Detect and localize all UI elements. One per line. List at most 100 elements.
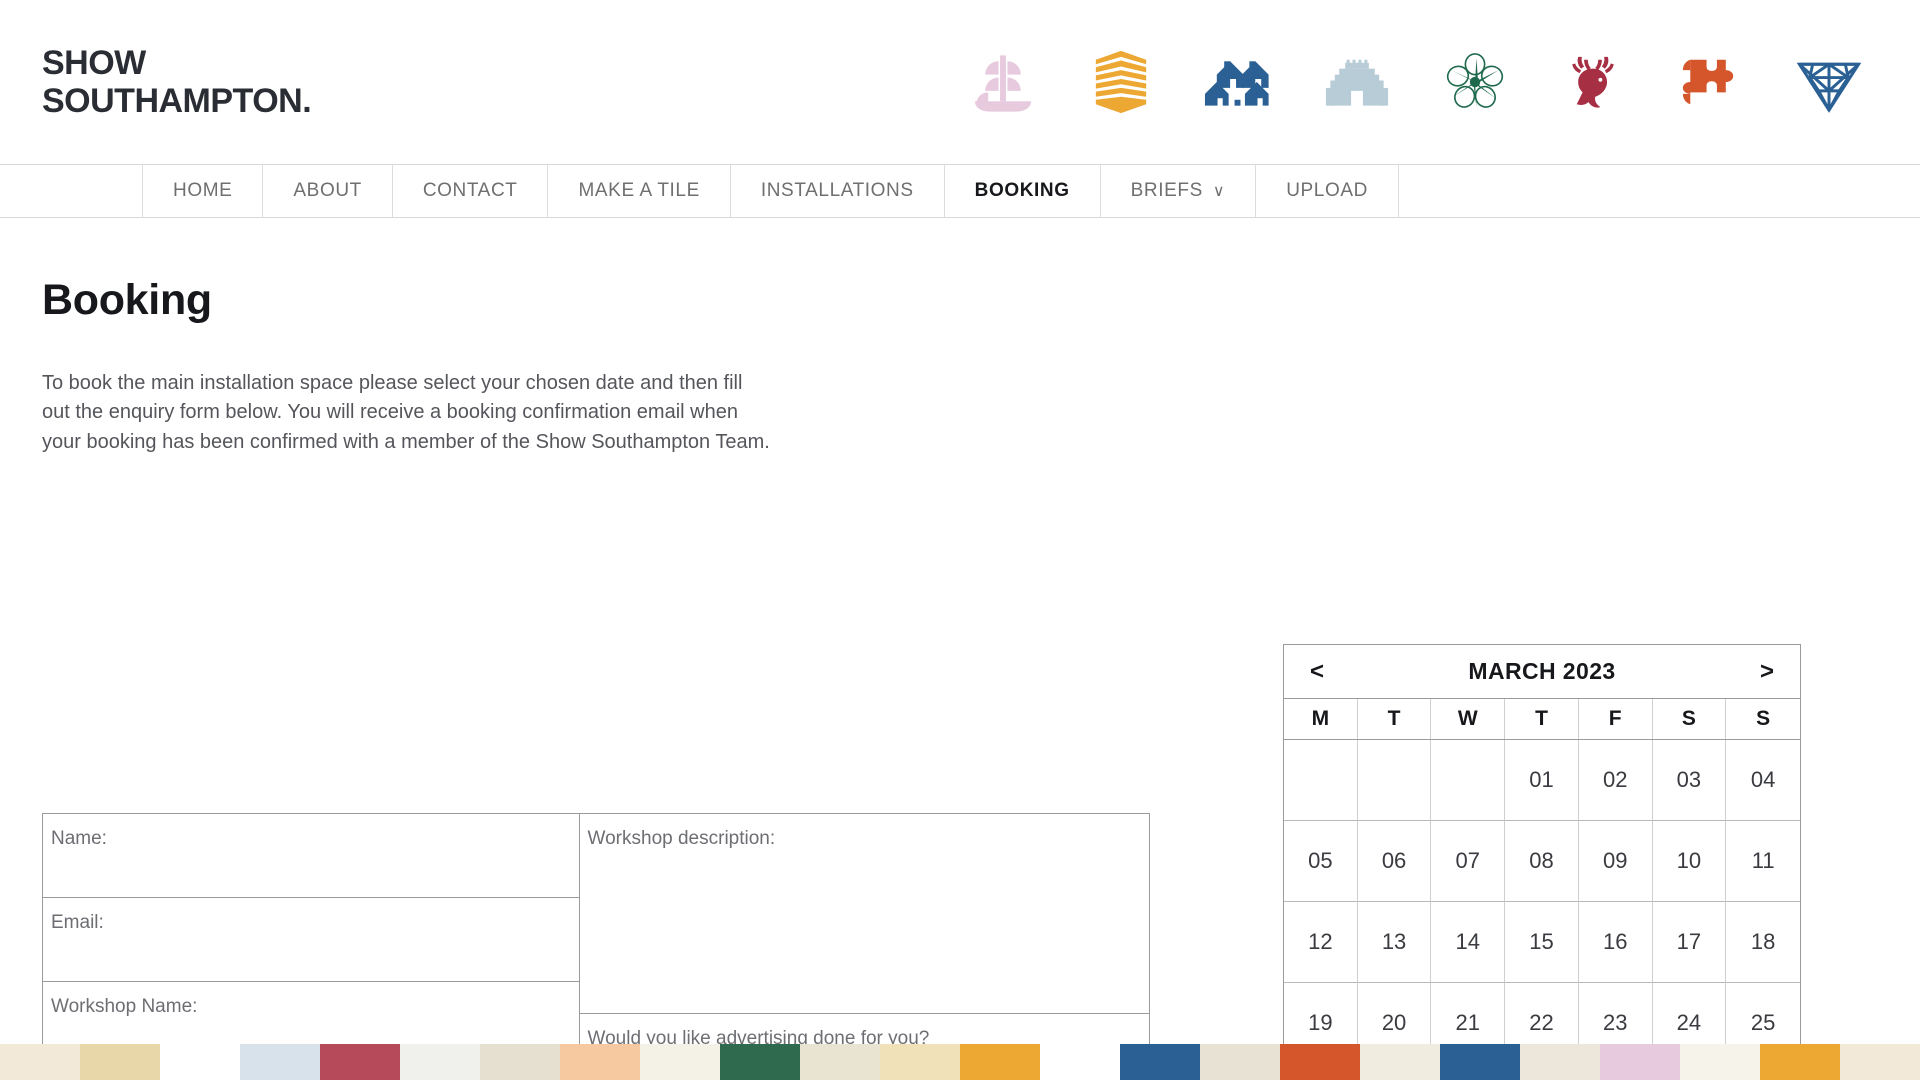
nav-item-booking[interactable]: BOOKING bbox=[945, 165, 1101, 217]
logo-line-1: SHOW bbox=[42, 43, 146, 82]
footer-tile bbox=[1760, 1044, 1840, 1080]
stacked-hexagon-icon bbox=[1095, 50, 1147, 114]
calendar-day-cell[interactable]: 16 bbox=[1578, 902, 1653, 983]
footer-tile bbox=[1120, 1044, 1200, 1080]
footer-tile bbox=[240, 1044, 320, 1080]
booking-form: Name: Email: Workshop Name: How many peo… bbox=[42, 813, 1150, 1080]
footer-tile bbox=[720, 1044, 800, 1080]
day-header-fri: F bbox=[1579, 699, 1653, 739]
footer-tile bbox=[640, 1044, 720, 1080]
nav-label: UPLOAD bbox=[1286, 180, 1368, 201]
calendar-prev-button[interactable]: < bbox=[1302, 658, 1332, 686]
calendar-day-cell[interactable]: 15 bbox=[1505, 902, 1579, 983]
calendar-cell-empty bbox=[1357, 740, 1432, 821]
nav-left-spacer bbox=[0, 165, 143, 217]
calendar-cell-empty bbox=[1431, 740, 1506, 821]
field-label: Workshop description: bbox=[587, 828, 776, 849]
footer-tile bbox=[1600, 1044, 1680, 1080]
calendar-day-cell[interactable]: 02 bbox=[1578, 740, 1653, 821]
page-content: Booking To book the main installation sp… bbox=[0, 276, 1920, 1080]
calendar-cell-empty bbox=[1284, 740, 1358, 821]
footer-tile bbox=[1680, 1044, 1760, 1080]
site-logo[interactable]: SHOW SOUTHAMPTON. bbox=[42, 43, 312, 120]
truss-triangle-icon bbox=[1796, 62, 1862, 113]
nav-item-contact[interactable]: CONTACT bbox=[393, 165, 549, 217]
logo-line-2: SOUTHAMPTON. bbox=[42, 82, 312, 120]
footer-tile bbox=[1840, 1044, 1920, 1080]
nav-label: CONTACT bbox=[422, 180, 518, 201]
footer-tile bbox=[1360, 1044, 1440, 1080]
calendar-day-cell[interactable]: 01 bbox=[1505, 740, 1579, 821]
nav-label: BRIEFS bbox=[1130, 180, 1203, 201]
nav-item-upload[interactable]: UPLOAD bbox=[1256, 165, 1399, 217]
nav-label: INSTALLATIONS bbox=[760, 180, 914, 201]
nav-item-about[interactable]: ABOUT bbox=[263, 165, 393, 217]
footer-tile bbox=[1520, 1044, 1600, 1080]
calendar-day-cell[interactable]: 13 bbox=[1357, 902, 1432, 983]
nav-item-home[interactable]: HOME bbox=[143, 165, 264, 217]
calendar-day-headers: M T W T F S S bbox=[1284, 699, 1800, 740]
puzzle-piece-icon bbox=[1682, 59, 1734, 105]
site-header: SHOW SOUTHAMPTON. bbox=[0, 0, 1920, 164]
footer-tile bbox=[480, 1044, 560, 1080]
footer-tile bbox=[160, 1044, 240, 1080]
calendar-grid: 01 02 03 04 05 06 07 08 09 10 11 12 13 14 15 16 17 18 19 20… bbox=[1284, 740, 1800, 1080]
form-column-left: Name: Email: Workshop Name: How many peo… bbox=[43, 814, 580, 1080]
footer-tile bbox=[1200, 1044, 1280, 1080]
email-field[interactable]: Email: bbox=[43, 898, 579, 982]
day-header-thu: T bbox=[1505, 699, 1579, 739]
nav-right-spacer bbox=[1399, 165, 1920, 217]
field-label: Name: bbox=[51, 828, 107, 849]
stag-head-icon bbox=[1572, 56, 1614, 108]
calendar-day-cell[interactable]: 14 bbox=[1431, 902, 1506, 983]
day-header-wed: W bbox=[1431, 699, 1506, 739]
footer-tile bbox=[80, 1044, 160, 1080]
day-header-mon: M bbox=[1284, 699, 1358, 739]
footer-tile bbox=[960, 1044, 1040, 1080]
houses-icon bbox=[1204, 61, 1269, 106]
nav-item-make-a-tile[interactable]: MAKE A TILE bbox=[548, 165, 731, 217]
day-header-sun: S bbox=[1756, 707, 1771, 730]
footer-colour-strip bbox=[0, 1044, 1920, 1080]
nav-label: ABOUT bbox=[293, 180, 362, 201]
calendar-day-cell[interactable]: 08 bbox=[1505, 821, 1579, 902]
nav-label: MAKE A TILE bbox=[578, 180, 700, 201]
day-header-sat: S bbox=[1653, 699, 1727, 739]
nav-item-briefs[interactable]: BRIEFS ∨ bbox=[1101, 165, 1257, 217]
intro-paragraph: To book the main installation space plea… bbox=[42, 372, 770, 453]
footer-tile bbox=[0, 1044, 80, 1080]
name-field[interactable]: Name: bbox=[43, 814, 579, 898]
calendar-day-cell[interactable]: 07 bbox=[1431, 821, 1506, 902]
calendar-day-cell[interactable]: 05 bbox=[1284, 821, 1358, 902]
calendar-day-cell[interactable]: 18 bbox=[1726, 902, 1800, 983]
calendar-next-button[interactable]: > bbox=[1752, 658, 1782, 686]
main-navigation: HOME ABOUT CONTACT MAKE A TILE INSTALLAT… bbox=[0, 164, 1920, 218]
booking-calendar: < MARCH 2023 > M T W T F S S 01 02 03 04 05 0… bbox=[1283, 644, 1801, 1080]
footer-tile bbox=[880, 1044, 960, 1080]
calendar-day-cell[interactable]: 06 bbox=[1357, 821, 1432, 902]
calendar-day-cell[interactable]: 03 bbox=[1652, 740, 1727, 821]
footer-tile bbox=[320, 1044, 400, 1080]
calendar-day-cell[interactable]: 12 bbox=[1284, 902, 1358, 983]
page-title: Booking bbox=[42, 276, 212, 324]
workshop-description-field[interactable]: Workshop description: bbox=[579, 814, 1149, 1014]
footer-tile bbox=[1040, 1044, 1120, 1080]
footer-tile bbox=[800, 1044, 880, 1080]
calendar-header: < MARCH 2023 > bbox=[1284, 645, 1800, 699]
form-grid: Name: Email: Workshop Name: How many peo… bbox=[42, 813, 1150, 1080]
field-label: Email: bbox=[51, 912, 104, 933]
calendar-day-cell[interactable]: 09 bbox=[1578, 821, 1653, 902]
footer-tile bbox=[1440, 1044, 1520, 1080]
calendar-day-cell[interactable]: 11 bbox=[1726, 821, 1800, 902]
footer-tile bbox=[400, 1044, 480, 1080]
nav-item-installations[interactable]: INSTALLATIONS bbox=[731, 165, 945, 217]
calendar-day-cell[interactable]: 17 bbox=[1652, 902, 1727, 983]
calendar-day-cell[interactable]: 04 bbox=[1726, 740, 1800, 821]
ship-icon bbox=[974, 55, 1032, 112]
chevron-down-icon: ∨ bbox=[1212, 183, 1226, 200]
header-icon-row bbox=[966, 45, 1876, 119]
footer-tile bbox=[1280, 1044, 1360, 1080]
calendar-day-cell[interactable]: 10 bbox=[1652, 821, 1727, 902]
calendar-month-title: MARCH 2023 bbox=[1468, 658, 1616, 684]
form-column-right: Workshop description: Would you like adv… bbox=[579, 814, 1149, 1080]
